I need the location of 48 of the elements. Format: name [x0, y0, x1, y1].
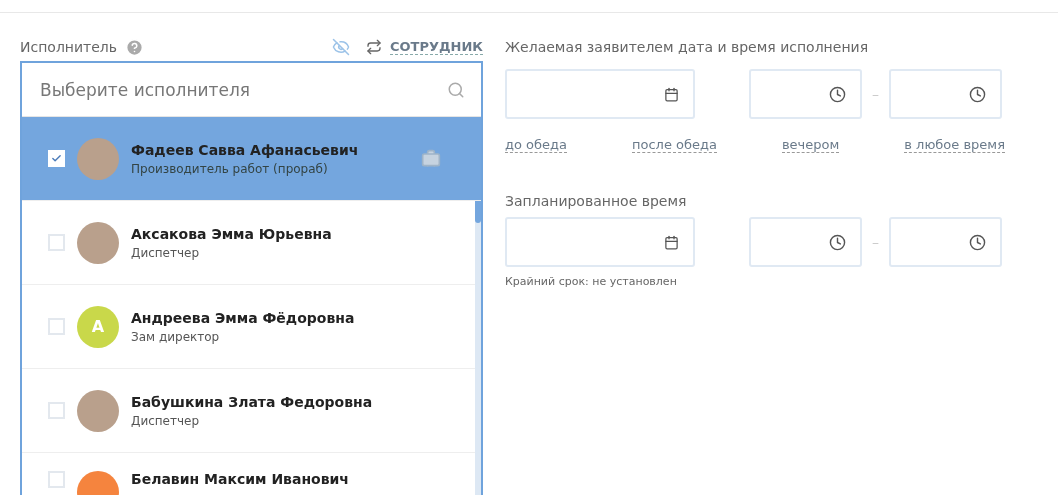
- range-separator: –: [872, 86, 879, 102]
- time-field[interactable]: [889, 69, 1002, 119]
- swap-icon[interactable]: [366, 39, 382, 55]
- assignee-label: Исполнитель: [20, 39, 118, 55]
- deadline-note: Крайний срок: не установлен: [505, 275, 678, 288]
- planned-time-label: Запланированное время: [505, 193, 688, 209]
- clock-icon: [969, 233, 986, 251]
- checkbox[interactable]: [48, 234, 65, 251]
- date-field[interactable]: [505, 69, 695, 119]
- checkbox[interactable]: [48, 471, 65, 488]
- person-name: Андреева Эмма Фёдоровна: [131, 309, 356, 326]
- search-icon: [447, 80, 465, 99]
- clock-icon: [969, 85, 986, 103]
- avatar-placeholder: [77, 137, 119, 180]
- clock-icon: [829, 233, 846, 251]
- scrollbar[interactable]: [475, 201, 481, 495]
- person-role: Зам директор: [131, 329, 221, 344]
- initial-avatar: А: [77, 305, 119, 348]
- clock-icon: [829, 85, 846, 103]
- calendar-icon: [664, 86, 679, 102]
- time-preset-link[interactable]: до обеда: [505, 137, 567, 153]
- time-field[interactable]: [749, 69, 862, 119]
- employee-mode-link[interactable]: СОТРУДНИК: [390, 39, 483, 55]
- avatar-placeholder: [77, 221, 119, 264]
- assignee-item[interactable]: Фадеев Савва Афанасьевич Производитель работ (прораб): [22, 117, 481, 201]
- desired-time-label: Желаемая заявителем дата и время исполнения: [505, 38, 870, 57]
- eye-off-icon[interactable]: [332, 38, 350, 56]
- help-icon[interactable]: [125, 37, 145, 57]
- time-preset-link[interactable]: после обеда: [632, 137, 717, 153]
- date-field[interactable]: [505, 217, 695, 267]
- avatar-placeholder: [77, 389, 119, 432]
- time-field[interactable]: [889, 217, 1002, 267]
- briefcase-icon: [421, 148, 441, 169]
- time-preset-link[interactable]: вечером: [781, 137, 840, 153]
- person-name: Белавин Максим Иванович: [131, 471, 350, 487]
- person-role: Производитель работ (прораб): [131, 161, 329, 176]
- person-role: Диспетчер: [131, 413, 201, 428]
- calendar-icon: [664, 234, 679, 250]
- person-name: Аксакова Эмма Юрьевна: [131, 225, 333, 242]
- person-role: Диспетчер: [131, 245, 201, 260]
- checkbox[interactable]: [48, 318, 65, 335]
- range-separator: –: [872, 234, 879, 250]
- person-name: Фадеев Савва Афанасьевич: [131, 141, 360, 158]
- time-preset-link[interactable]: в любое время: [904, 137, 1005, 153]
- check-icon: [51, 153, 62, 164]
- person-name: Бабушкина Злата Федоровна: [131, 393, 374, 410]
- time-field[interactable]: [749, 217, 862, 267]
- checkbox[interactable]: [48, 402, 65, 419]
